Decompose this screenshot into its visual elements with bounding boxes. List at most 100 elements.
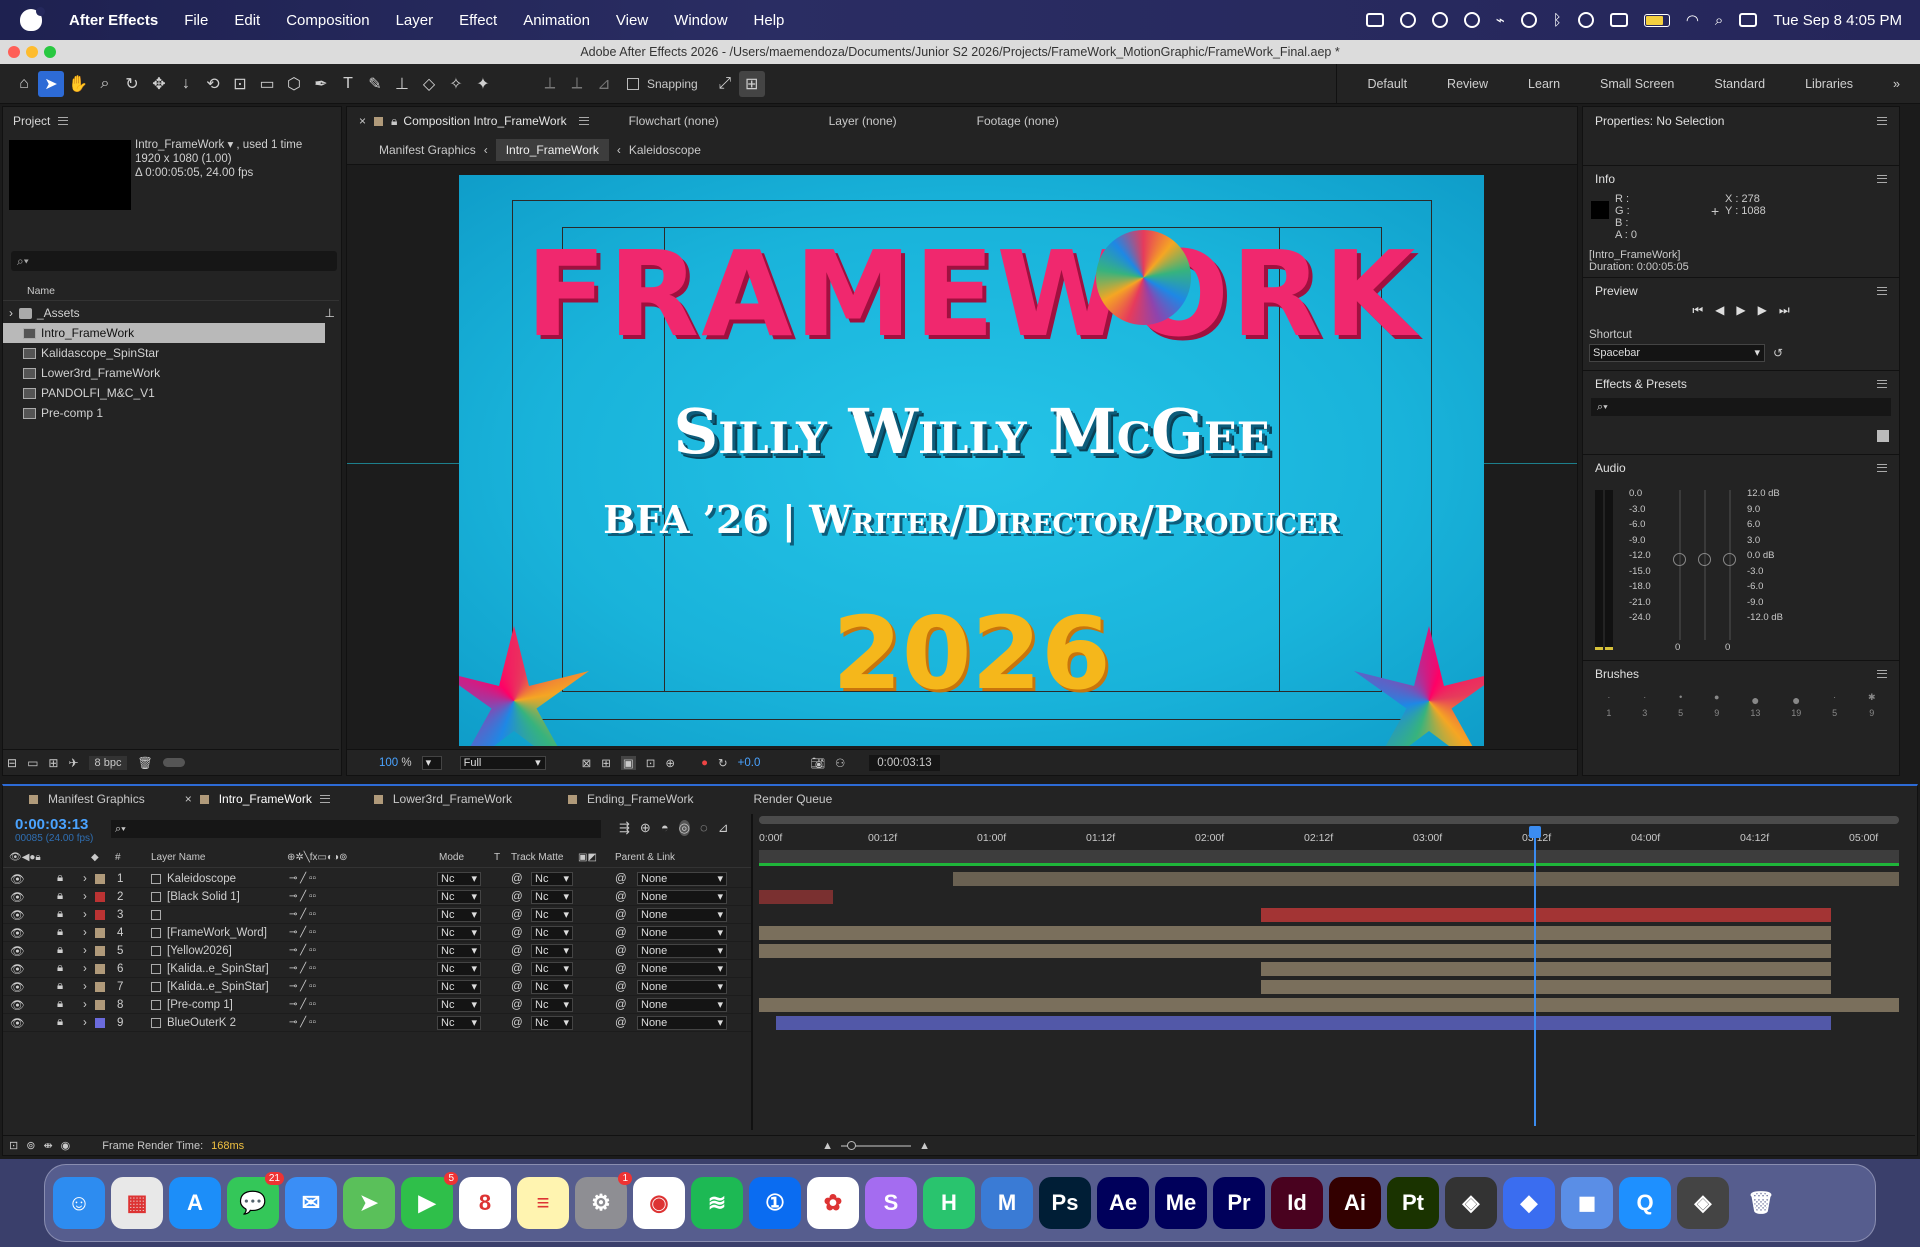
eraser-tool-icon[interactable]: ◇ xyxy=(416,71,442,97)
3d-cube-tool-icon[interactable]: ⬡ xyxy=(281,71,307,97)
roto-brush-tool-icon[interactable]: ✧ xyxy=(443,71,469,97)
audio-title[interactable]: Audio xyxy=(1595,461,1626,475)
layer-duration-bar[interactable] xyxy=(953,872,1899,886)
parent-pickwhip-icon[interactable]: @ xyxy=(615,1017,627,1029)
motion-blur-icon[interactable]: ◌ xyxy=(700,820,708,836)
battery-icon[interactable] xyxy=(1643,13,1670,27)
h-app-icon[interactable]: H xyxy=(923,1177,975,1229)
davinci-icon[interactable]: ◈ xyxy=(1445,1177,1497,1229)
window-icon[interactable] xyxy=(1609,13,1628,27)
expand-arrow-icon[interactable]: › xyxy=(83,873,87,885)
parent-dropdown[interactable]: None ▾ xyxy=(637,944,727,958)
parent-dropdown[interactable]: None ▾ xyxy=(637,998,727,1012)
visibility-eye-icon[interactable]: 👁︎ xyxy=(10,872,25,886)
color-channels-icon[interactable]: ● xyxy=(701,757,708,769)
menu-file[interactable]: File xyxy=(171,12,221,29)
spotify-icon[interactable]: ≋ xyxy=(691,1177,743,1229)
layer-row[interactable]: 👁︎ 🔒︎ › 5 [Yellow2026] ⊸ ╱ ▫▫ Nc ▾ @ Nc ▾ @ None ▾ xyxy=(3,942,753,960)
lock-icon[interactable] xyxy=(374,116,384,126)
finder-drive-icon[interactable]: ◼ xyxy=(1561,1177,1613,1229)
brush-tool-icon[interactable]: ✎ xyxy=(362,71,388,97)
layer-name[interactable]: [Black Solid 1] xyxy=(167,891,240,903)
menu-edit[interactable]: Edit xyxy=(221,12,273,29)
snapshot-icon[interactable]: 📷︎ xyxy=(810,756,825,770)
parent-dropdown[interactable]: None ▾ xyxy=(637,1016,727,1030)
layer-switches-icon[interactable]: ⊸ ╱ ▫▫ xyxy=(289,1017,316,1028)
frame-blending-icon[interactable]: ◎ xyxy=(678,820,691,836)
shy-layers-icon[interactable]: ◓ xyxy=(661,820,669,836)
layer-duration-bar[interactable] xyxy=(759,998,1899,1012)
parent-pickwhip-icon[interactable]: @ xyxy=(615,945,627,957)
illustrator-icon[interactable]: Ai xyxy=(1329,1177,1381,1229)
layer-name[interactable]: [Yellow2026] xyxy=(167,945,232,957)
layer-name[interactable]: Kaleidoscope xyxy=(167,873,236,885)
expand-arrow-icon[interactable]: › xyxy=(83,891,87,903)
timeline-tab-lower3rd[interactable]: Lower3rd_FrameWork xyxy=(393,792,512,806)
photos-icon[interactable]: ✿ xyxy=(807,1177,859,1229)
layer-label-color[interactable] xyxy=(95,1000,105,1010)
rotate-tool-icon[interactable]: ⟲ xyxy=(200,71,226,97)
app-store-icon[interactable]: A xyxy=(169,1177,221,1229)
visibility-eye-icon[interactable]: 👁︎ xyxy=(10,944,25,958)
layer-row[interactable]: 👁︎ 🔒︎ › 4 [FrameWork_Word] ⊸ ╱ ▫▫ Nc ▾ @ Nc ▾ @ None… xyxy=(3,924,753,942)
expand-arrow-icon[interactable]: › xyxy=(83,1017,87,1029)
parent-pickwhip-icon[interactable]: @ xyxy=(615,927,627,939)
matte-pickwhip-icon[interactable]: @ xyxy=(511,981,523,993)
vpn-icon[interactable] xyxy=(1463,12,1480,28)
brushes-title[interactable]: Brushes xyxy=(1595,667,1639,681)
premiere-icon[interactable]: Pr xyxy=(1213,1177,1265,1229)
guides-icon[interactable]: ⊕ xyxy=(665,756,675,770)
layer-label-color[interactable] xyxy=(95,892,105,902)
layer-switches-icon[interactable]: ⊸ ╱ ▫▫ xyxy=(289,945,316,956)
in-out-icon[interactable]: ⇼ xyxy=(43,1139,52,1152)
next-frame-icon[interactable]: ▶︎ xyxy=(1758,303,1767,329)
lock-icon[interactable]: 🔒︎ xyxy=(57,872,63,885)
facetime-icon[interactable]: ▶ 5 xyxy=(401,1172,458,1229)
expand-arrow-icon[interactable]: › xyxy=(83,909,87,921)
toggle-icon[interactable] xyxy=(162,758,185,767)
layer-duration-bar[interactable] xyxy=(1261,980,1831,994)
track-matte-dropdown[interactable]: Nc ▾ xyxy=(531,998,573,1012)
project-item-intro[interactable]: Intro_FrameWork xyxy=(3,323,325,343)
layer-duration-bar[interactable] xyxy=(1261,962,1831,976)
airplay-icon[interactable]: ⌁ xyxy=(1496,11,1505,29)
layer-duration-bar[interactable] xyxy=(776,1016,1831,1030)
playhead[interactable] xyxy=(1529,826,1541,1126)
blend-mode-dropdown[interactable]: Nc ▾ xyxy=(437,908,481,922)
axis-world-icon[interactable]: ⟂ xyxy=(564,71,590,97)
brush-preset[interactable]: · 3 xyxy=(1642,692,1647,718)
audio-slider-handle[interactable] xyxy=(1723,553,1736,566)
project-search-input[interactable]: ⌕▾ xyxy=(11,251,337,271)
brush-preset[interactable]: · 1 xyxy=(1606,692,1611,718)
col-mode[interactable]: Mode xyxy=(439,852,464,863)
media-encoder-icon[interactable]: Me xyxy=(1155,1177,1207,1229)
lock-icon[interactable]: 🔒︎ xyxy=(57,908,63,921)
expand-arrow-icon[interactable]: › xyxy=(83,945,87,957)
expand-arrow-icon[interactable]: › xyxy=(83,963,87,975)
expand-arrow-icon[interactable]: › xyxy=(83,927,87,939)
tab-footage[interactable]: Footage (none) xyxy=(977,114,1059,128)
layer-label-color[interactable] xyxy=(95,928,105,938)
zoom-in-icon[interactable]: ▲ xyxy=(919,1140,930,1152)
timeline-menu-icon[interactable] xyxy=(319,795,330,803)
reset-exposure-icon[interactable]: ↻ xyxy=(718,756,728,770)
resolution-dropdown[interactable]: Full ▾ xyxy=(459,755,546,770)
tab-layer[interactable]: Layer (none) xyxy=(829,114,897,128)
chrome-icon[interactable]: ◉ xyxy=(633,1177,685,1229)
lock-icon[interactable]: 🔒︎ xyxy=(57,998,63,1011)
viewer-lock-icon[interactable]: 🔒︎ xyxy=(391,114,397,129)
layer-row[interactable]: 👁︎ 🔒︎ › 3 ⊸ ╱ ▫▫ Nc ▾ @ Nc ▾ @ None ▾ xyxy=(3,906,753,924)
crumb-manifest-graphics[interactable]: Manifest Graphics xyxy=(379,143,476,157)
visibility-eye-icon[interactable]: 👁︎ xyxy=(10,962,25,976)
comp-button-icon[interactable]: ⊡ xyxy=(9,1139,18,1152)
col-parent-link[interactable]: Parent & Link xyxy=(615,852,675,863)
layer-switches-icon[interactable]: ⊸ ╱ ▫▫ xyxy=(289,999,316,1010)
layer-name[interactable]: BlueOuterK 2 xyxy=(167,1017,236,1029)
timeline-zoom-slider[interactable] xyxy=(841,1140,912,1150)
matte-pickwhip-icon[interactable]: @ xyxy=(511,909,523,921)
layer-label-color[interactable] xyxy=(95,874,105,884)
comp-canvas[interactable]: FRAMEWORK Silly Willy McGee BFA ’26 | Wr… xyxy=(459,175,1484,746)
matte-pickwhip-icon[interactable]: @ xyxy=(511,945,523,957)
brush-preset[interactable]: • 5 xyxy=(1678,692,1683,718)
layer-duration-bar[interactable] xyxy=(759,890,833,904)
